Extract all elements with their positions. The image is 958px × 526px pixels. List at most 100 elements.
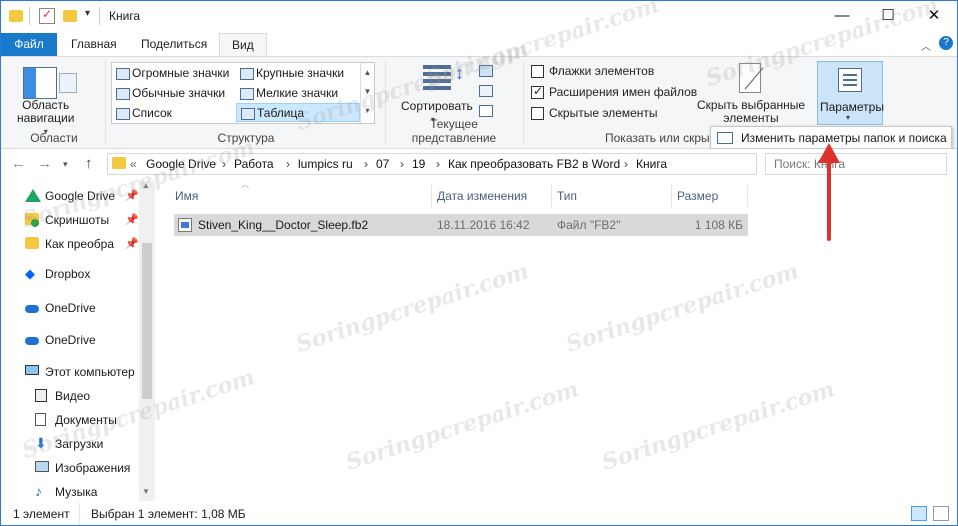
maximize-button[interactable]: ☐ — [865, 1, 911, 31]
google-drive-icon — [25, 189, 41, 203]
breadcrumb-07[interactable]: 07 — [376, 157, 389, 171]
divider — [29, 7, 30, 25]
pin-icon[interactable]: 📌 — [125, 189, 139, 202]
item-checkboxes-checkbox[interactable] — [531, 65, 544, 78]
divider — [79, 503, 80, 525]
divider — [105, 61, 106, 145]
group-by-icon[interactable] — [479, 65, 493, 77]
breadcrumb-google-drive[interactable]: Google Drive — [146, 157, 216, 171]
hidden-items-checkbox[interactable] — [531, 107, 544, 120]
nav-label: OneDrive — [45, 333, 96, 347]
window-title: Книга — [109, 9, 141, 23]
sort-icon[interactable] — [423, 65, 451, 95]
computer-icon — [25, 365, 41, 379]
column-name[interactable]: Имя — [175, 189, 198, 203]
breadcrumb-book[interactable]: Книга — [636, 157, 667, 171]
forward-arrow-icon[interactable]: → — [37, 155, 52, 172]
video-icon — [35, 389, 51, 403]
picture-icon — [35, 461, 51, 475]
column-type[interactable]: Тип — [557, 189, 577, 203]
address-bar[interactable]: « Google Drive › Работа › lumpics ru › 0… — [107, 153, 757, 175]
title-bar: ✓ ▾ Книга — ☐ ✕ — [1, 1, 957, 33]
nav-label: Загрузки — [55, 437, 104, 451]
file-extensions-checkbox[interactable] — [531, 84, 544, 99]
divider — [551, 185, 552, 207]
cloud-icon — [25, 333, 41, 347]
properties-icon[interactable]: ✓ — [39, 7, 55, 24]
nav-label: Скриншоты — [45, 213, 110, 227]
scroll-up-icon[interactable]: ▲ — [142, 181, 150, 190]
chevron-right-icon[interactable]: › — [286, 157, 290, 171]
pin-icon[interactable]: 📌 — [125, 237, 139, 250]
file-type: Файл "FB2" — [557, 218, 621, 232]
layout-details[interactable]: Таблица — [236, 103, 360, 122]
layout-scroll[interactable]: ▲ ▼ ▾ — [360, 63, 374, 123]
sort-indicator-icon: ︿ — [241, 180, 249, 189]
chevron-right-icon[interactable]: › — [364, 157, 368, 171]
pin-icon[interactable]: 📌 — [125, 213, 139, 226]
breadcrumb-19[interactable]: 19 — [412, 157, 425, 171]
table-row[interactable]: Stiven_King__Doctor_Sleep.fb2 18.11.2016… — [174, 214, 748, 236]
chevron-right-icon[interactable]: › — [400, 157, 404, 171]
scroll-down-icon[interactable]: ▼ — [142, 487, 150, 496]
back-arrow-icon[interactable]: ← — [11, 155, 26, 172]
breadcrumb-convert[interactable]: Как преобразовать FB2 в Word — [448, 157, 620, 171]
layout-gallery: Огромные значки Крупные значки Обычные з… — [111, 62, 375, 124]
tab-share[interactable]: Поделиться — [129, 33, 219, 57]
help-icon[interactable]: ? — [939, 36, 953, 50]
add-columns-icon[interactable] — [479, 85, 493, 97]
divider — [747, 185, 748, 207]
layout-extra-large-icons[interactable]: Огромные значки — [112, 64, 236, 83]
folder-options-icon — [717, 132, 733, 144]
navigation-pane-icon[interactable] — [23, 67, 57, 99]
details-view-icon[interactable] — [911, 506, 927, 521]
preview-pane-icon[interactable] — [59, 73, 77, 93]
search-input[interactable]: Поиск: Книга — [765, 153, 947, 175]
close-button[interactable]: ✕ — [911, 1, 957, 31]
size-columns-icon[interactable] — [479, 105, 493, 117]
breadcrumb-work[interactable]: Работа — [234, 157, 274, 171]
hide-selected-button[interactable]: Скрыть выбранные элементы — [697, 99, 805, 125]
minimize-button[interactable]: — — [819, 1, 865, 31]
nav-label: Google Drive — [45, 189, 116, 203]
nav-label: Dropbox — [45, 267, 91, 281]
explorer-window: ✓ ▾ Книга — ☐ ✕ Файл Главная Поделиться … — [0, 0, 958, 526]
hide-selected-icon[interactable] — [739, 63, 764, 93]
layout-list[interactable]: Список — [112, 104, 236, 123]
options-label: Параметры — [820, 100, 884, 114]
column-size[interactable]: Размер — [677, 189, 718, 203]
chevron-right-icon[interactable]: › — [222, 157, 226, 171]
sort-arrow-icon: ↕ — [455, 63, 464, 83]
nav-scrollbar[interactable]: ▲ ▼ — [139, 181, 155, 501]
tab-home[interactable]: Главная — [59, 33, 129, 57]
group-current-view-label: Текущее представление — [411, 117, 497, 145]
ribbon-collapse-icon[interactable]: ︿ — [921, 38, 931, 53]
up-arrow-icon[interactable]: ↑ — [85, 155, 93, 172]
recent-locations-icon[interactable]: ▾ — [63, 159, 68, 170]
nav-label: Этот компьютер — [45, 365, 135, 379]
tab-view[interactable]: Вид — [219, 33, 267, 57]
chevron-right-icon[interactable]: › — [436, 157, 440, 171]
new-folder-icon[interactable] — [63, 8, 79, 24]
nav-label: Видео — [55, 389, 91, 403]
cloud-icon — [25, 301, 41, 315]
address-folder-icon — [112, 157, 126, 169]
tab-file[interactable]: Файл — [1, 33, 57, 57]
large-icons-view-icon[interactable] — [933, 506, 949, 521]
options-dropdown-icon[interactable]: ▾ — [846, 113, 850, 122]
folder-icon — [9, 8, 25, 24]
chevron-right-icon[interactable]: › — [624, 157, 628, 171]
divider — [523, 61, 524, 145]
scrollbar-thumb[interactable] — [142, 243, 152, 399]
layout-medium-icons[interactable]: Обычные значки — [112, 84, 236, 103]
sort-button[interactable]: Сортировать — [401, 99, 473, 113]
layout-large-icons[interactable]: Крупные значки — [236, 64, 360, 83]
options-button[interactable]: Параметры ▾ — [817, 61, 884, 125]
folder-sync-icon — [25, 213, 41, 227]
layout-small-icons[interactable]: Мелкие значки — [236, 84, 360, 103]
breadcrumb-lumpics[interactable]: lumpics ru — [298, 157, 353, 171]
hidden-items-label: Скрытые элементы — [549, 106, 658, 120]
group-panes-label: Области — [30, 131, 78, 145]
breadcrumb-overflow[interactable]: « — [130, 157, 137, 171]
column-date[interactable]: Дата изменения — [437, 189, 527, 203]
